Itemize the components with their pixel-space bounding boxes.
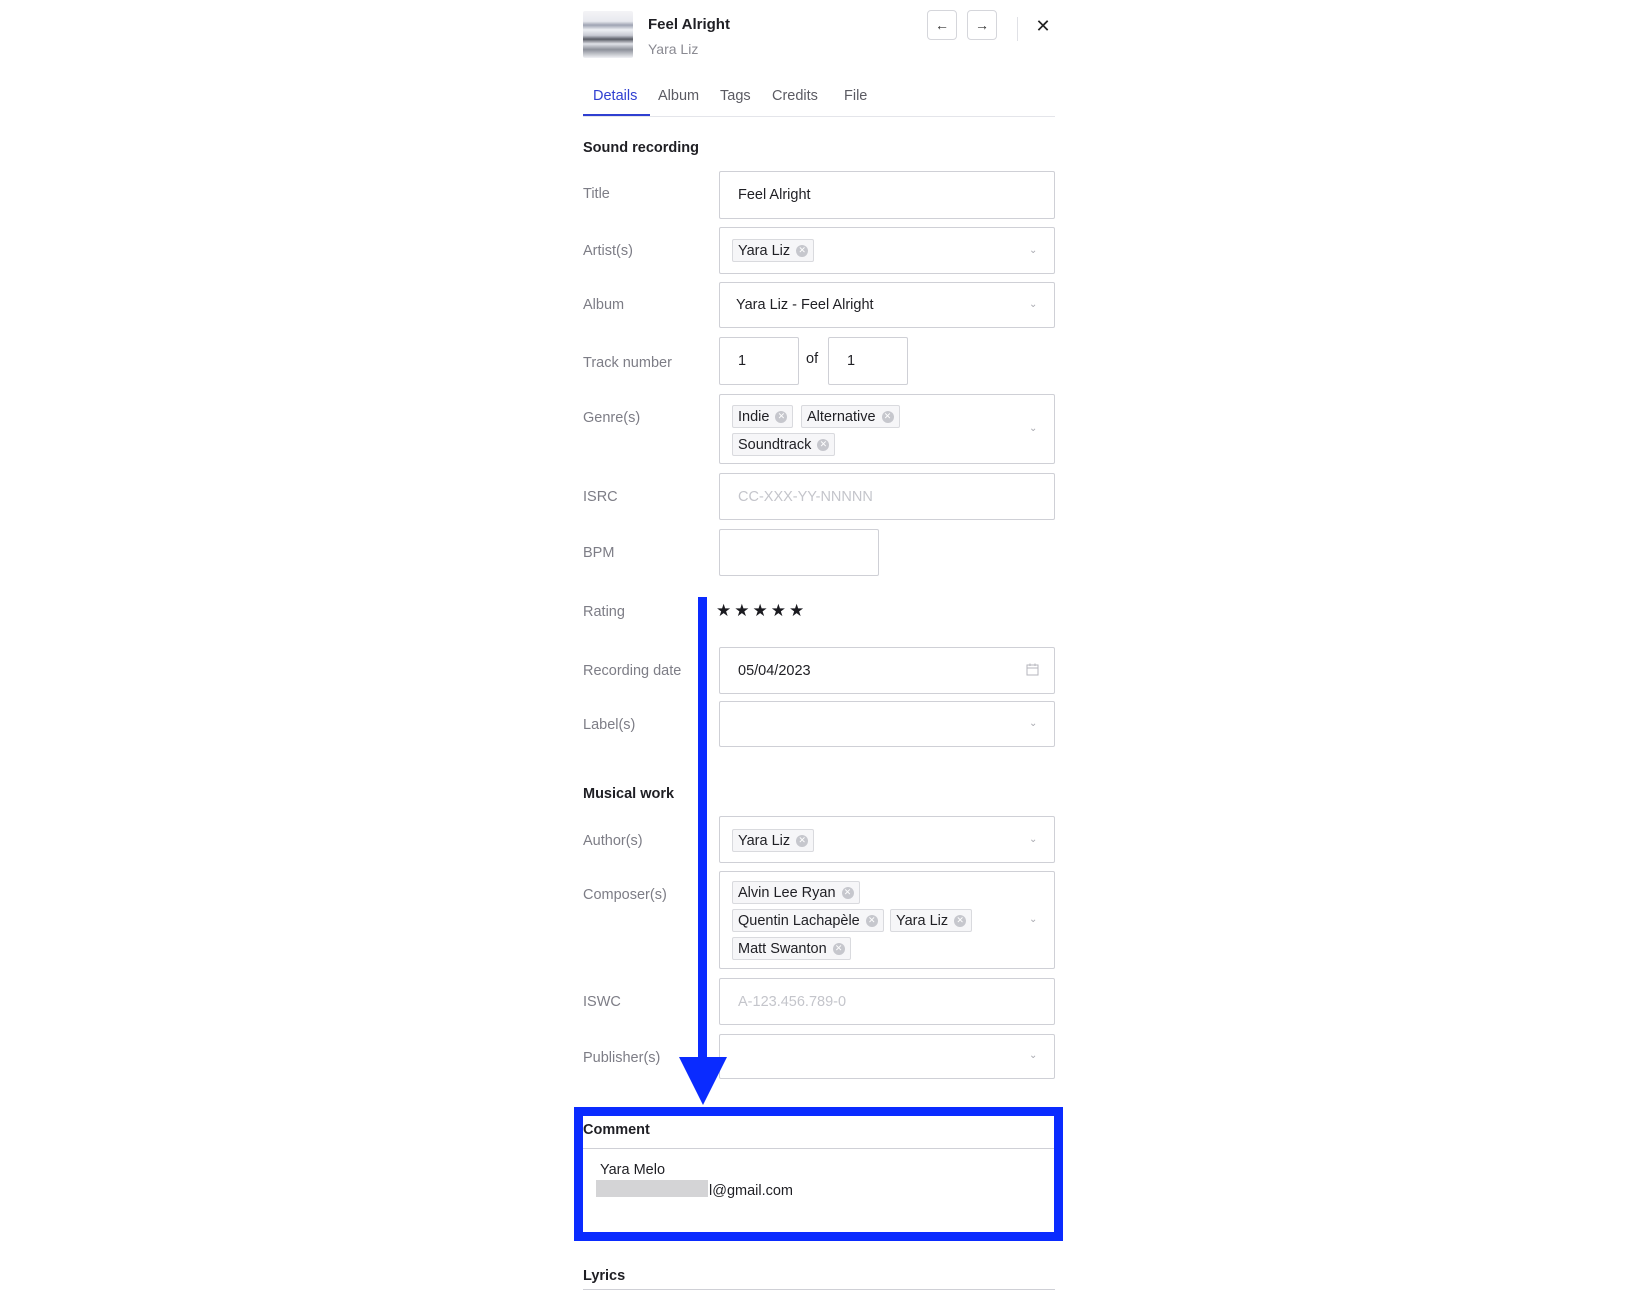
- track-artist: Yara Liz: [648, 41, 699, 57]
- chip-remove-icon[interactable]: ✕: [796, 244, 809, 257]
- arrow-right-icon: →: [975, 17, 989, 33]
- iswc-placeholder: A-123.456.789-0: [738, 994, 847, 1010]
- composer-chip: Yara Liz ✕: [890, 909, 973, 932]
- labels-label: Label(s): [583, 717, 636, 733]
- close-icon: ✕: [1035, 15, 1051, 36]
- tab-details[interactable]: Details: [593, 88, 637, 104]
- arrow-left-icon: ←: [935, 17, 949, 33]
- album-label: Album: [583, 297, 625, 313]
- close-button[interactable]: ✕: [1030, 13, 1056, 39]
- section-title-lyrics: Lyrics: [583, 1268, 626, 1284]
- bpm-input[interactable]: [719, 529, 879, 576]
- tab-tags[interactable]: Tags: [720, 88, 751, 104]
- tab-credits[interactable]: Credits: [772, 88, 818, 104]
- active-tab-indicator: [583, 114, 650, 116]
- previous-track-button[interactable]: ←: [927, 10, 957, 40]
- track-number-input[interactable]: 1: [719, 337, 799, 385]
- section-title-musical-work: Musical work: [583, 786, 675, 802]
- chevron-down-icon: ⌄: [1029, 718, 1038, 729]
- title-label: Title: [583, 186, 610, 202]
- author-chip: Yara Liz ✕: [732, 829, 815, 852]
- chip-remove-icon[interactable]: ✕: [796, 834, 809, 847]
- album-cover: [583, 11, 633, 58]
- artists-select[interactable]: Yara Liz ✕ ⌄: [719, 227, 1055, 274]
- composer-chip: Quentin Lachapèle ✕: [732, 909, 884, 932]
- tab-file[interactable]: File: [844, 88, 867, 104]
- track-total-input[interactable]: 1: [828, 337, 908, 385]
- genres-label: Genre(s): [583, 410, 641, 426]
- isrc-placeholder: CC-XXX-YY-NNNNN: [738, 489, 873, 505]
- bpm-label: BPM: [583, 545, 615, 561]
- composer-chip: Alvin Lee Ryan ✕: [732, 881, 860, 904]
- genre-chip: Soundtrack ✕: [732, 433, 836, 456]
- header-divider: [1017, 17, 1018, 41]
- authors-select[interactable]: Yara Liz ✕ ⌄: [719, 816, 1055, 863]
- track-total-value: 1: [847, 353, 856, 369]
- recording-date-value: 05/04/2023: [738, 663, 811, 679]
- chevron-down-icon: ⌄: [1029, 914, 1038, 925]
- chevron-down-icon: ⌄: [1029, 245, 1038, 256]
- track-title: Feel Alright: [648, 16, 730, 33]
- next-track-button[interactable]: →: [967, 10, 997, 40]
- recording-date-label: Recording date: [583, 663, 682, 679]
- composers-label: Composer(s): [583, 887, 667, 903]
- chip-remove-icon[interactable]: ✕: [841, 886, 854, 899]
- rating-label: Rating: [583, 604, 625, 620]
- chevron-down-icon: ⌄: [1029, 423, 1038, 434]
- annotation-arrow-head: [679, 1057, 727, 1105]
- chevron-down-icon: ⌄: [1029, 299, 1038, 310]
- album-select[interactable]: Yara Liz - Feel Alright ⌄: [719, 282, 1055, 328]
- artists-label: Artist(s): [583, 243, 633, 259]
- album-value: Yara Liz - Feel Alright: [736, 297, 874, 313]
- iswc-input[interactable]: A-123.456.789-0: [719, 978, 1055, 1025]
- track-number-label: Track number: [583, 355, 672, 371]
- chevron-down-icon: ⌄: [1029, 834, 1038, 845]
- genres-select[interactable]: Indie ✕ Alternative ✕ Soundtrack ✕ ⌄: [719, 394, 1055, 464]
- annotation-highlight-box: [574, 1107, 1063, 1241]
- recording-date-input[interactable]: 05/04/2023: [719, 647, 1055, 694]
- track-number-value: 1: [738, 353, 747, 369]
- chip-remove-icon[interactable]: ✕: [954, 914, 967, 927]
- tab-bar: Details Album Tags Credits File: [583, 78, 1055, 117]
- calendar-icon[interactable]: [1026, 663, 1039, 676]
- iswc-label: ISWC: [583, 994, 621, 1010]
- annotation-arrow-shaft: [698, 597, 707, 1059]
- publishers-select[interactable]: ⌄: [719, 1034, 1055, 1079]
- labels-select[interactable]: ⌄: [719, 701, 1055, 747]
- chip-remove-icon[interactable]: ✕: [817, 438, 830, 451]
- chip-remove-icon[interactable]: ✕: [865, 914, 878, 927]
- authors-label: Author(s): [583, 833, 643, 849]
- genre-chip: Alternative ✕: [801, 405, 900, 428]
- isrc-label: ISRC: [583, 489, 618, 505]
- artist-chip: Yara Liz ✕: [732, 239, 815, 262]
- genre-chip: Indie ✕: [732, 405, 794, 428]
- title-input[interactable]: Feel Alright: [719, 171, 1055, 219]
- title-value: Feel Alright: [738, 187, 811, 203]
- chip-remove-icon[interactable]: ✕: [775, 410, 788, 423]
- isrc-input[interactable]: CC-XXX-YY-NNNNN: [719, 473, 1055, 520]
- section-title-sound-recording: Sound recording: [583, 140, 699, 156]
- composers-select[interactable]: Alvin Lee Ryan ✕ Quentin Lachapèle ✕ Yara …: [719, 871, 1055, 969]
- lyrics-textarea-edge[interactable]: [583, 1289, 1055, 1290]
- tab-album[interactable]: Album: [658, 88, 699, 104]
- chevron-down-icon: ⌄: [1029, 1050, 1038, 1061]
- rating-stars[interactable]: ★★★★★: [716, 601, 807, 621]
- publishers-label: Publisher(s): [583, 1050, 661, 1066]
- chip-remove-icon[interactable]: ✕: [832, 942, 845, 955]
- chip-remove-icon[interactable]: ✕: [881, 410, 894, 423]
- of-label: of: [806, 351, 819, 367]
- composer-chip: Matt Swanton ✕: [732, 937, 851, 960]
